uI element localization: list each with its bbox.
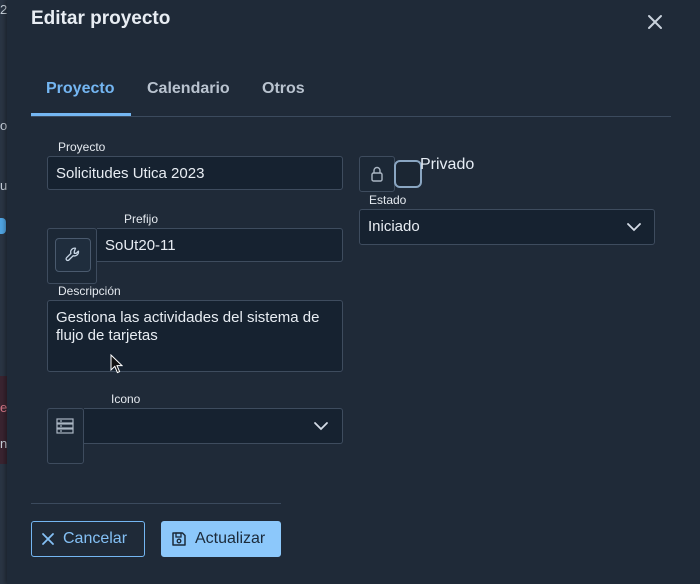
bg-fragment-e: e <box>0 400 7 415</box>
status-label: Estado <box>369 193 407 207</box>
status-select[interactable]: Iniciado <box>359 209 655 245</box>
chevron-down-icon <box>314 422 328 431</box>
chevron-down-icon <box>627 223 641 232</box>
project-name-input[interactable]: Solicitudes Utica 2023 <box>47 156 343 190</box>
active-tab-indicator <box>31 113 131 116</box>
cancel-button[interactable]: Cancelar <box>31 521 145 557</box>
description-textarea[interactable]: Gestiona las actividades del sistema de … <box>47 300 343 372</box>
private-lock-addon <box>359 156 395 192</box>
close-icon <box>648 15 662 29</box>
bg-fragment-u: u <box>0 178 7 193</box>
project-label: Proyecto <box>58 140 106 154</box>
footer-divider <box>31 503 281 504</box>
lock-icon <box>371 166 383 182</box>
tab-calendario[interactable]: Calendario <box>147 80 230 98</box>
update-button[interactable]: Actualizar <box>161 521 281 557</box>
status-value: Iniciado <box>368 218 420 235</box>
x-icon <box>42 533 54 545</box>
bg-badge <box>0 218 6 234</box>
wrench-icon <box>65 247 80 262</box>
mouse-cursor-icon <box>110 354 123 374</box>
bg-fragment-n: n <box>0 436 7 451</box>
tab-otros[interactable]: Otros <box>262 80 305 98</box>
bg-fragment-2: 2 <box>0 2 7 17</box>
list-icon <box>56 418 74 434</box>
save-icon <box>172 532 186 546</box>
tab-bar: Proyecto Calendario Otros <box>31 78 671 117</box>
background-app: 2 o u e n <box>0 0 7 584</box>
cancel-button-label: Cancelar <box>63 530 128 547</box>
icon-label: Icono <box>111 392 141 406</box>
close-button[interactable] <box>645 12 665 32</box>
private-checkbox[interactable] <box>394 160 422 188</box>
bg-fragment-o: o <box>0 118 7 133</box>
description-label: Descripción <box>58 284 121 298</box>
icon-preview-addon <box>47 408 84 464</box>
private-label: Privado <box>420 156 475 173</box>
icon-select[interactable] <box>84 408 343 444</box>
tab-proyecto[interactable]: Proyecto <box>46 80 114 98</box>
prefix-label: Prefijo <box>124 212 159 226</box>
prefix-generate-button[interactable] <box>55 238 91 272</box>
update-button-label: Actualizar <box>195 530 266 547</box>
edit-project-dialog: Editar proyecto Proyecto Calendario Otro… <box>7 0 700 584</box>
dialog-title: Editar proyecto <box>31 8 171 29</box>
prefix-input[interactable]: SoUt20-11 <box>97 228 343 262</box>
